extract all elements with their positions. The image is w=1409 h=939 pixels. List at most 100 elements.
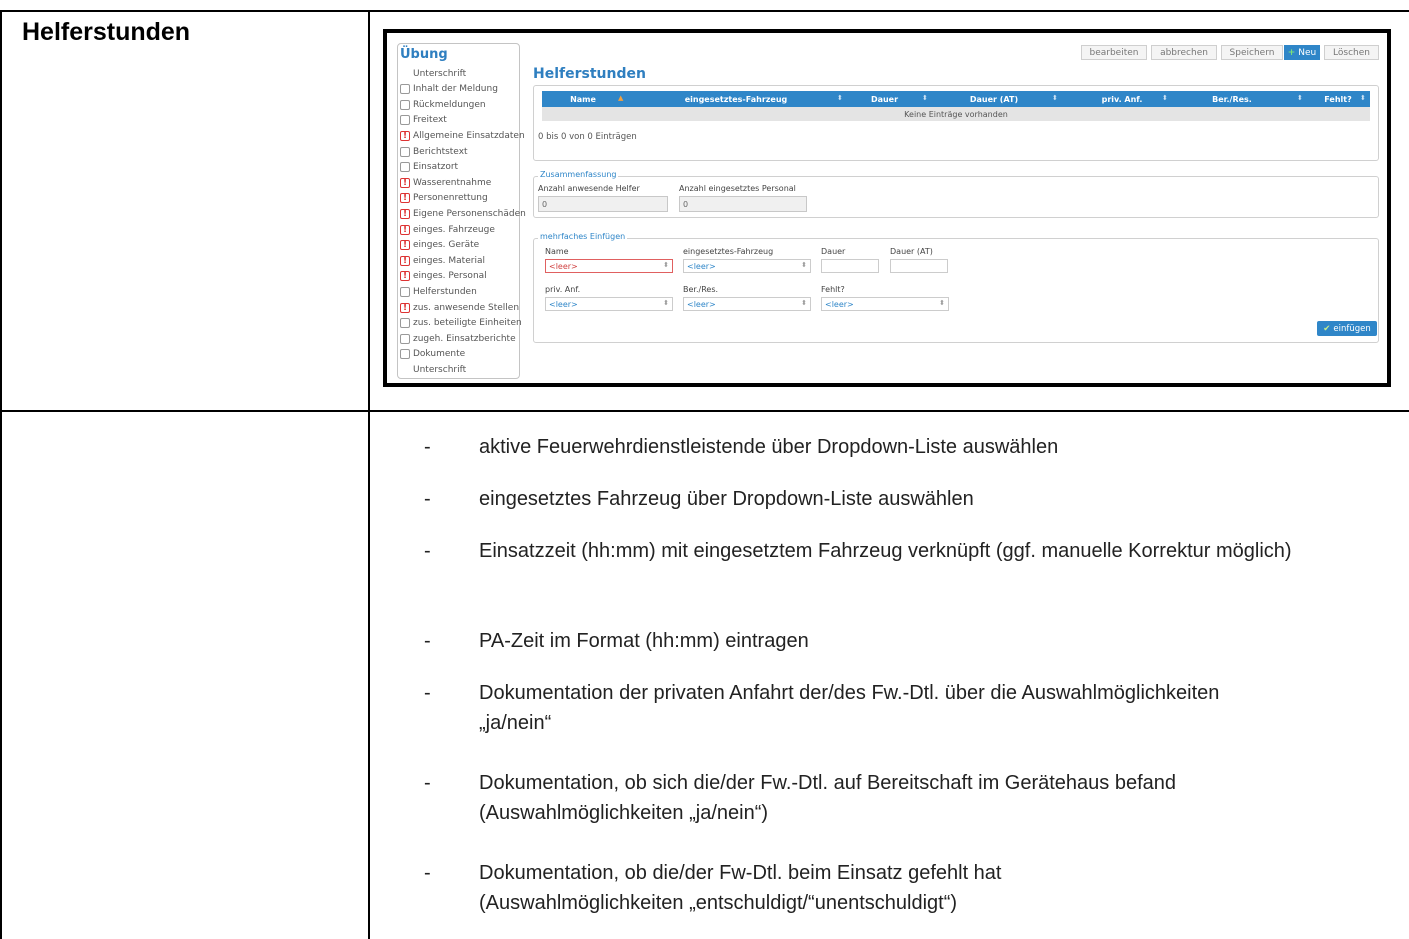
insert-button-label: einfügen [1333,323,1371,334]
column-header-name[interactable]: Name [542,91,624,107]
delete-button[interactable]: Löschen [1324,45,1379,60]
sidebar-item[interactable]: Inhalt der Meldung [400,82,498,97]
sidebar-item[interactable]: ! einges. Geräte [400,238,479,253]
personnel-count-field: 0 [679,196,807,212]
sidebar-item[interactable]: ! zus. anwesende Stellen [400,300,519,315]
sidebar-item-label: einges. Geräte [413,240,480,251]
sort-icon: ⬍ [837,94,843,102]
select-arrow-icon: ⬍ [663,261,669,269]
sidebar-item-label: Dokumente [413,349,466,360]
sort-icon: ⬍ [1360,94,1366,102]
sort-asc-icon: ▲ [618,94,624,102]
sidebar-item[interactable]: Rückmeldungen [400,97,486,112]
checkbox[interactable] [400,286,410,297]
warning-icon: ! [400,224,410,235]
column-header-ber[interactable]: Ber./Res. [1172,91,1292,107]
sidebar-item[interactable]: Unterschrift [400,66,466,81]
checkbox[interactable] [400,84,410,95]
sidebar-item-label: Personenrettung [413,193,488,204]
sidebar-item[interactable]: zugeh. Einsatzberichte [400,331,516,346]
checkbox[interactable] [400,318,410,329]
check-icon: ✔ [1323,323,1331,334]
edit-button[interactable]: bearbeiten [1081,45,1147,60]
data-grid: Name ▲ eingesetztes-Fahrzeug ⬍ Dauer ⬍ D… [533,85,1379,161]
duration-label: Dauer [821,247,846,256]
new-button[interactable]: + Neu [1284,45,1320,60]
name-select[interactable]: <leer> ⬍ [545,259,673,273]
sidebar-item[interactable]: ! Allgemeine Einsatzdaten [400,128,525,143]
new-button-label: Neu [1298,47,1317,58]
multi-insert-fieldset: mehrfaches Einfügen Name <leer> ⬍ eingese… [533,232,1379,343]
column-header-duration[interactable]: Dauer [847,91,922,107]
warning-icon: ! [400,177,410,188]
fehlt-label: Fehlt? [821,285,845,294]
checkbox[interactable] [400,115,410,126]
save-button[interactable]: Speichern [1221,45,1283,60]
priv-select[interactable]: <leer> ⬍ [545,297,673,311]
table-row-divider [0,410,1409,412]
sidebar-item-label: Allgemeine Einsatzdaten [413,130,525,141]
checkbox[interactable] [400,99,410,110]
checkbox[interactable] [400,146,410,157]
sidebar-item-label: Unterschrift [413,68,467,79]
summary-legend: Zusammenfassung [538,170,619,179]
sidebar-item[interactable]: ! einges. Material [400,253,485,268]
sidebar-item[interactable]: Freitext [400,113,447,128]
sidebar-item[interactable]: Dokumente [400,347,465,362]
column-header-vehicle[interactable]: eingesetztes-Fahrzeug [632,91,840,107]
warning-icon: ! [400,271,410,282]
grid-info: 0 bis 0 von 0 Einträgen [538,132,637,142]
sidebar-item-label: einges. Fahrzeuge [413,224,495,235]
sidebar-item[interactable]: Helferstunden [400,284,477,299]
sidebar-item[interactable]: Einsatzort [400,160,458,175]
sidebar-item[interactable]: ! Wasserentnahme [400,175,491,190]
sort-icon: ⬍ [1162,94,1168,102]
checkbox[interactable] [400,333,410,344]
sidebar-item-label: zus. anwesende Stellen [413,302,520,313]
sidebar-item[interactable]: Unterschrift [400,362,466,377]
sidebar-item-label: zus. beteiligte Einheiten [413,318,522,329]
checkbox[interactable] [400,162,410,173]
sidebar-item[interactable]: ! Eigene Personenschäden [400,206,526,221]
list-dash: - [424,682,431,704]
sidebar-item-label: zugeh. Einsatzberichte [413,333,516,344]
duration-at-label: Dauer (AT) [890,247,933,256]
insert-button[interactable]: ✔ einfügen [1317,321,1377,336]
sidebar-item-label: einges. Material [413,255,485,266]
duration-at-input[interactable] [890,259,948,273]
select-arrow-icon: ⬍ [801,299,807,307]
sidebar-item-label: Unterschrift [413,364,467,375]
sidebar-item[interactable]: Berichtstext [400,144,468,159]
warning-icon: ! [400,130,410,141]
multi-insert-legend: mehrfaches Einfügen [538,232,628,241]
list-dash: - [424,540,431,562]
cancel-button[interactable]: abbrechen [1151,45,1217,60]
sidebar-item-label: Einsatzort [413,162,459,173]
sidebar-item[interactable]: ! einges. Fahrzeuge [400,222,495,237]
list-dash: - [424,772,431,794]
sidebar-item-label: Berichtstext [413,146,468,157]
sidebar-item[interactable]: ! Personenrettung [400,191,488,206]
name-label: Name [545,247,569,256]
vehicle-label: eingesetztes-Fahrzeug [683,247,774,256]
select-arrow-icon: ⬍ [663,299,669,307]
sidebar-item[interactable]: ! einges. Personal [400,269,487,284]
table-left-border [0,10,2,939]
column-header-duration-at[interactable]: Dauer (AT) [934,91,1054,107]
checkbox[interactable] [400,349,410,360]
sort-icon: ⬍ [1052,94,1058,102]
select-arrow-icon: ⬍ [939,299,945,307]
ber-select[interactable]: <leer> ⬍ [683,297,811,311]
sidebar-title: Übung [400,47,448,62]
table-top-border [0,10,1409,12]
vehicle-select[interactable]: <leer> ⬍ [683,259,811,273]
select-arrow-icon: ⬍ [801,261,807,269]
duration-input[interactable] [821,259,879,273]
sort-icon: ⬍ [922,94,928,102]
section-title: Helferstunden [22,18,191,46]
warning-icon: ! [400,255,410,266]
sidebar-item[interactable]: zus. beteiligte Einheiten [400,316,522,331]
sidebar: Übung Unterschrift Inhalt der Meldung Rück… [397,43,526,379]
fehlt-select[interactable]: <leer> ⬍ [821,297,949,311]
grid-empty-row: Keine Einträge vorhanden [542,107,1370,121]
